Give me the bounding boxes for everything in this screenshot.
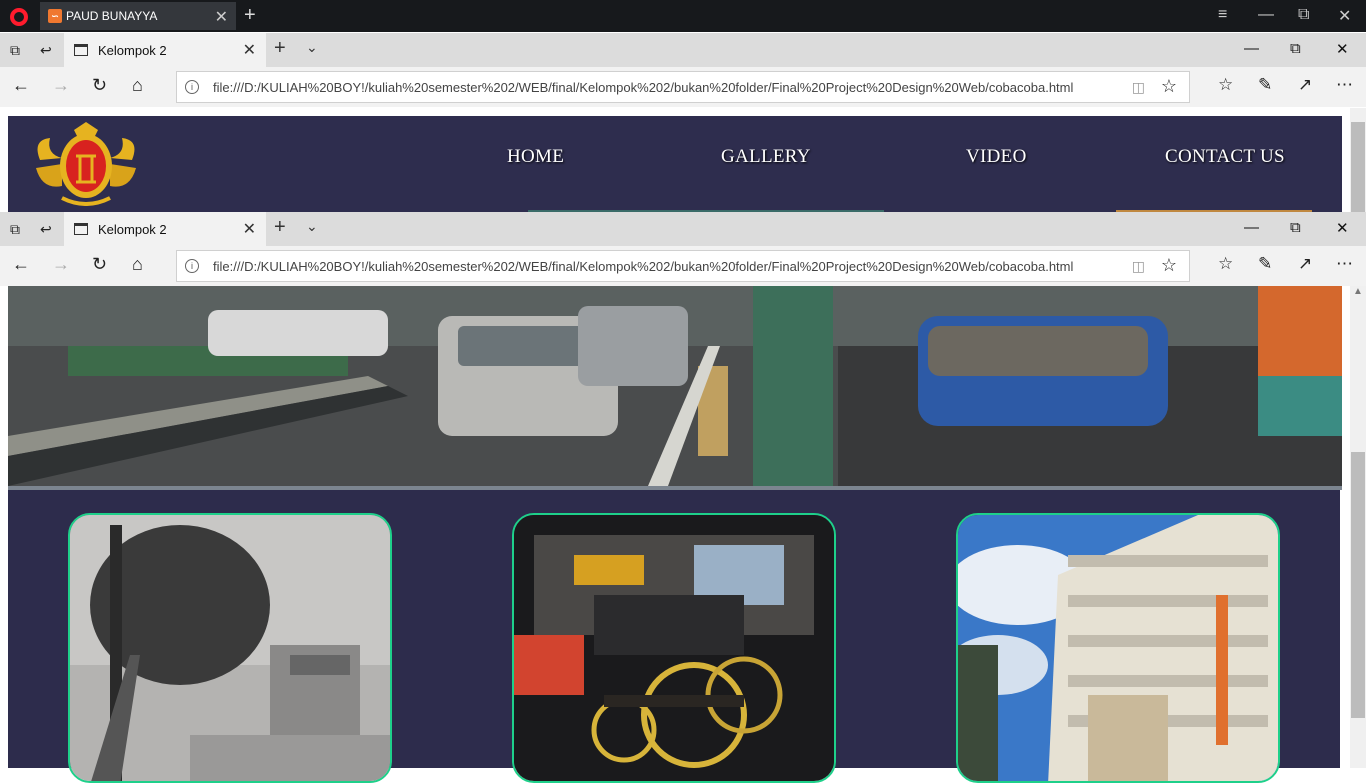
pen-icon[interactable]: ✎	[1258, 254, 1272, 274]
reading-view-icon[interactable]: ◫	[1132, 79, 1145, 96]
scrollbar[interactable]: ▲	[1350, 286, 1366, 768]
new-tab-icon[interactable]: +	[274, 37, 286, 60]
gallery-card[interactable]	[956, 513, 1280, 783]
forward-icon[interactable]: →	[52, 75, 70, 96]
nav-home[interactable]: HOME	[507, 146, 564, 168]
minimize-icon[interactable]: —	[1244, 219, 1259, 236]
back-icon[interactable]: ←	[12, 75, 30, 96]
scrollbar[interactable]	[1350, 108, 1366, 212]
scrollbar-thumb[interactable]	[1351, 122, 1365, 212]
gallery-card[interactable]	[68, 513, 392, 783]
share-icon[interactable]: ↗	[1298, 75, 1312, 95]
home-icon[interactable]: ⌂	[132, 75, 143, 96]
refresh-icon[interactable]: ↻	[92, 254, 107, 275]
close-icon[interactable]: ✕	[1338, 6, 1351, 26]
xampp-icon: ∽	[48, 9, 62, 23]
new-tab-icon[interactable]: +	[274, 216, 286, 239]
url-bar[interactable]: i file:///D:/KULIAH%20BOY!/kuliah%20seme…	[176, 71, 1190, 103]
chevron-down-icon[interactable]: ⌄	[306, 218, 318, 235]
close-tab-icon[interactable]: ✕	[243, 40, 256, 60]
close-icon[interactable]: ✕	[1336, 40, 1349, 58]
royal-crest-logo	[36, 122, 136, 206]
edge-tab-title: Kelompok 2	[98, 221, 167, 237]
scroll-up-icon[interactable]: ▲	[1353, 286, 1363, 297]
edge-tabbar: ⧉ ↩ Kelompok 2 ✕ + ⌄ — ⧉ ✕	[0, 33, 1366, 67]
historic-street-photo	[70, 515, 390, 781]
reading-view-icon[interactable]: ◫	[1132, 258, 1145, 275]
close-tab-icon[interactable]: ✕	[243, 219, 256, 239]
edge-window-top: ⧉ ↩ Kelompok 2 ✕ + ⌄ — ⧉ ✕ ← → ↻ ⌂ i fil…	[0, 33, 1366, 107]
edge-window-bottom: ⧉ ↩ Kelompok 2 ✕ + ⌄ — ⧉ ✕ ← → ↻ ⌂ i fil…	[0, 212, 1366, 286]
tab-manager-icon[interactable]: ⧉	[10, 221, 20, 238]
back-icon[interactable]: ←	[12, 254, 30, 275]
opera-tab-title: PAUD BUNAYYA	[66, 9, 158, 23]
pen-icon[interactable]: ✎	[1258, 75, 1272, 95]
edge-tab-title: Kelompok 2	[98, 42, 167, 58]
gallery-card[interactable]	[512, 513, 836, 783]
edge-tab[interactable]: Kelompok 2 ✕	[64, 33, 266, 67]
info-icon[interactable]: i	[185, 80, 199, 94]
edge-tabbar: ⧉ ↩ Kelompok 2 ✕ + ⌄ — ⧉ ✕	[0, 212, 1366, 246]
home-icon[interactable]: ⌂	[132, 254, 143, 275]
more-icon[interactable]: ⋯	[1336, 75, 1353, 95]
new-tab-icon[interactable]: +	[244, 4, 256, 27]
restore-icon[interactable]: ⧉	[1290, 219, 1301, 236]
info-icon[interactable]: i	[185, 259, 199, 273]
more-icon[interactable]: ⋯	[1336, 254, 1353, 274]
street-scene-image	[8, 286, 1342, 486]
restore-icon[interactable]: ⧉	[1298, 6, 1309, 24]
favorites-icon[interactable]: ☆	[1218, 254, 1233, 274]
url-text: file:///D:/KULIAH%20BOY!/kuliah%20semest…	[213, 80, 1074, 95]
restore-icon[interactable]: ⧉	[1290, 40, 1301, 57]
forward-icon[interactable]: →	[52, 254, 70, 275]
site-header: HOME GALLERY VIDEO CONTACT US	[8, 116, 1342, 212]
nav-contact-us[interactable]: CONTACT US	[1165, 146, 1285, 168]
url-text: file:///D:/KULIAH%20BOY!/kuliah%20semest…	[213, 259, 1074, 274]
nav-gallery[interactable]: GALLERY	[721, 146, 811, 168]
edge-tab[interactable]: Kelompok 2 ✕	[64, 212, 266, 246]
page-icon	[74, 223, 88, 235]
favorites-icon[interactable]: ☆	[1218, 75, 1233, 95]
opera-titlebar: ∽ PAUD BUNAYYA ✕ + ≡ — ⧉ ✕	[0, 0, 1366, 32]
set-aside-tabs-icon[interactable]: ↩	[40, 42, 52, 59]
minimize-icon[interactable]: —	[1244, 40, 1259, 57]
set-aside-tabs-icon[interactable]: ↩	[40, 221, 52, 238]
scrollbar-thumb[interactable]	[1351, 452, 1365, 718]
star-icon[interactable]: ☆	[1161, 76, 1177, 97]
edge-addressbar: ← → ↻ ⌂ i file:///D:/KULIAH%20BOY!/kulia…	[0, 67, 1366, 107]
andong-carriage-photo	[514, 515, 834, 781]
nav-video[interactable]: VIDEO	[966, 146, 1027, 168]
star-icon[interactable]: ☆	[1161, 255, 1177, 276]
edge-addressbar: ← → ↻ ⌂ i file:///D:/KULIAH%20BOY!/kulia…	[0, 246, 1366, 286]
chevron-down-icon[interactable]: ⌄	[306, 39, 318, 56]
hotel-mutiara-photo	[958, 515, 1278, 781]
opera-logo-icon[interactable]	[10, 8, 28, 26]
minimize-icon[interactable]: —	[1258, 6, 1274, 24]
menu-icon[interactable]: ≡	[1218, 6, 1227, 24]
page-icon	[74, 44, 88, 56]
opera-tab[interactable]: ∽ PAUD BUNAYYA ✕	[40, 2, 236, 30]
gallery-section	[8, 490, 1340, 783]
close-tab-icon[interactable]: ✕	[215, 7, 228, 27]
close-icon[interactable]: ✕	[1336, 219, 1349, 237]
tab-manager-icon[interactable]: ⧉	[10, 42, 20, 59]
refresh-icon[interactable]: ↻	[92, 75, 107, 96]
url-bar[interactable]: i file:///D:/KULIAH%20BOY!/kuliah%20seme…	[176, 250, 1190, 282]
share-icon[interactable]: ↗	[1298, 254, 1312, 274]
